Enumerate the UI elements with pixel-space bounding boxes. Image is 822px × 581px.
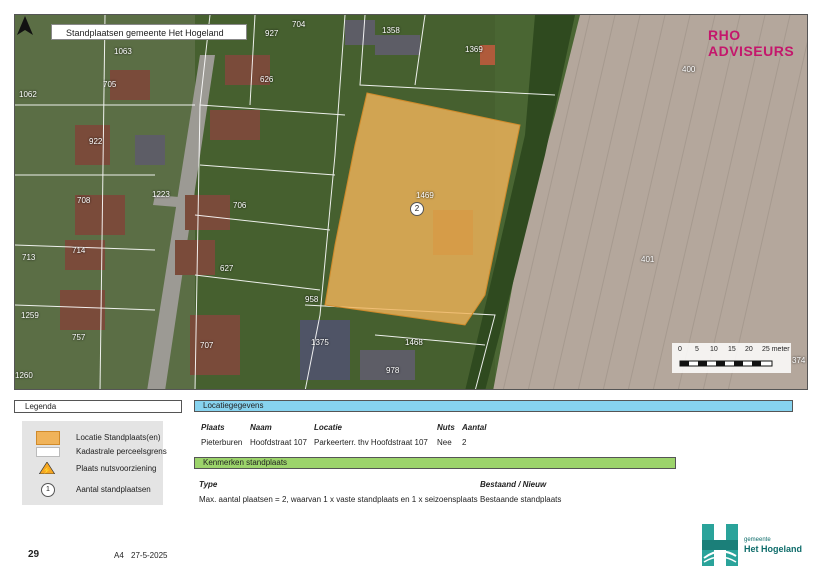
page-number: 29 [28, 549, 40, 560]
col-naam: Naam [250, 423, 272, 432]
scale-label: 25 meter [762, 346, 790, 353]
parcel-label: 704 [292, 20, 306, 29]
legend-item: Kadastrale perceelsgrens [36, 445, 167, 459]
col-plaats: Plaats [201, 423, 225, 432]
legend-item: 1 Aantal standplaatsen [36, 483, 166, 497]
parcel-label: 401 [641, 255, 655, 264]
parcel-label: 1062 [19, 90, 37, 99]
site-swatch-icon [36, 431, 60, 445]
legend-label: Plaats nutsvoorziening [76, 464, 157, 473]
count-circle-icon: 1 [41, 483, 55, 497]
parcel-label: 626 [260, 75, 274, 84]
parcel-label: 1369 [465, 45, 483, 54]
cell-nuts: Nee [437, 438, 452, 447]
parcel-label: 374 [792, 356, 806, 365]
legend: Locatie Standplaats(en) Kadastrale perce… [22, 421, 167, 505]
scale-label: 5 [695, 346, 699, 353]
parcel-boundary-icon [36, 447, 60, 457]
parcel-label: 714 [72, 246, 86, 255]
logo-text-small: gemeente [744, 537, 771, 543]
parcel-label: 1259 [21, 311, 39, 320]
col-nuts: Nuts [437, 423, 455, 432]
parcel-label: 706 [233, 201, 247, 210]
paper-size: A4 [114, 551, 124, 560]
scale-ruler [679, 360, 773, 367]
gemeente-logo-icon [702, 524, 738, 566]
parcel-label: 705 [103, 80, 117, 89]
parcel-label: 958 [305, 295, 319, 304]
cell-locatie: Parkeerterr. thv Hoofdstraat 107 [314, 438, 428, 447]
scale-label: 20 [745, 346, 753, 353]
parcel-label: 922 [89, 137, 103, 146]
parcel-label: 707 [200, 341, 214, 350]
parcel-label: 1223 [152, 190, 170, 199]
legend-label: Locatie Standplaats(en) [76, 433, 161, 442]
legend-label: Aantal standplaatsen [76, 485, 151, 494]
warning-icon: ⚡ [38, 462, 56, 474]
col-type: Type [199, 480, 218, 489]
cell-naam: Hoofdstraat 107 [250, 438, 307, 447]
legend-label: Kadastrale perceelsgrens [76, 447, 167, 456]
parcel-label: 1375 [311, 338, 329, 347]
scale-label: 10 [710, 346, 718, 353]
parcel-label: 400 [682, 65, 696, 74]
standplaats-count-marker[interactable]: 2 [410, 202, 424, 216]
parcel-label: 978 [386, 366, 400, 375]
col-bestaand-nieuw: Bestaand / Nieuw [480, 480, 547, 489]
cell-aantal: 2 [462, 438, 467, 447]
scale-bar: 0 5 10 15 20 25 meter [672, 343, 791, 373]
col-aantal: Aantal [462, 423, 487, 432]
document-date: 27-5-2025 [131, 551, 168, 560]
logo-text-big: Het Hogeland [744, 544, 803, 554]
col-locatie: Locatie [314, 423, 343, 432]
parcel-label: 708 [77, 196, 91, 205]
brand-logo: RHO ADVISEURS [708, 27, 795, 59]
map-title: Standplaatsen gemeente Het Hogeland [51, 24, 247, 40]
parcel-label: 1358 [382, 26, 400, 35]
parcel-label: 1469 [416, 191, 434, 200]
svg-text:⚡: ⚡ [43, 466, 52, 474]
cell-type: Max. aantal plaatsen = 2, waarvan 1 x va… [199, 495, 478, 504]
north-arrow-icon [17, 16, 33, 35]
parcel-label: 1063 [114, 47, 132, 56]
parcel-label: 1260 [15, 371, 33, 380]
aerial-map[interactable]: Standplaatsen gemeente Het Hogeland RHO … [14, 14, 808, 390]
parcel-label: 713 [22, 253, 36, 262]
parcel-label: 927 [265, 29, 279, 38]
kenmerken-header: Kenmerken standplaats [194, 457, 676, 469]
legend-title: Legenda [14, 400, 182, 413]
parcel-label: 627 [220, 264, 234, 273]
cell-bestaand-nieuw: Bestaande standplaats [480, 495, 562, 504]
legend-item: ⚡ Plaats nutsvoorziening [36, 462, 166, 476]
parcel-label: 1468 [405, 338, 423, 347]
locatie-header: Locatiegegevens [194, 400, 793, 412]
legend-item: Locatie Standplaats(en) [36, 431, 166, 445]
cell-plaats: Pieterburen [201, 438, 243, 447]
scale-label: 15 [728, 346, 736, 353]
scale-label: 0 [678, 346, 682, 353]
parcel-label: 757 [72, 333, 86, 342]
